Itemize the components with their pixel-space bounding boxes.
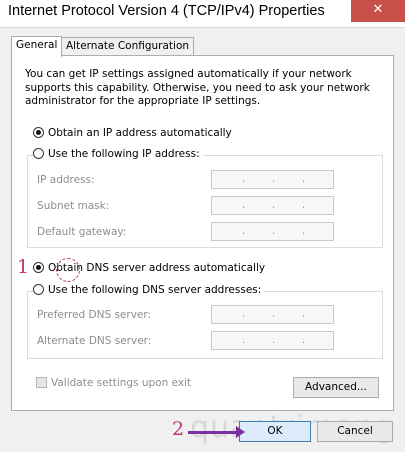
validate-settings-option[interactable]: Validate settings upon exit xyxy=(36,377,191,389)
ip-address-input[interactable]: ... xyxy=(211,170,334,189)
radio-use-following-dns[interactable] xyxy=(33,284,44,295)
alternate-dns-input[interactable]: ... xyxy=(211,331,334,350)
ip-address-label: IP address: xyxy=(37,174,95,186)
window-title: Internet Protocol Version 4 (TCP/IPv4) P… xyxy=(8,3,325,19)
validate-settings-label: Validate settings upon exit xyxy=(51,377,192,389)
subnet-mask-label: Subnet mask: xyxy=(37,200,110,212)
default-gateway-input[interactable]: ... xyxy=(211,222,334,241)
use-following-dns-option[interactable]: Use the following DNS server addresses: xyxy=(33,284,265,300)
description-text: You can get IP settings assigned automat… xyxy=(25,68,370,107)
validate-settings-checkbox[interactable] xyxy=(36,377,47,388)
preferred-dns-input[interactable]: ... xyxy=(211,305,334,324)
alternate-dns-label: Alternate DNS server: xyxy=(37,335,152,347)
obtain-ip-auto-option[interactable]: Obtain an IP address automatically xyxy=(33,127,235,143)
default-gateway-label: Default gateway: xyxy=(37,226,127,238)
close-button[interactable]: ✕ xyxy=(351,0,405,22)
subnet-mask-input[interactable]: ... xyxy=(211,196,334,215)
use-following-dns-label: Use the following DNS server addresses: xyxy=(48,284,262,296)
obtain-ip-auto-label: Obtain an IP address automatically xyxy=(48,127,232,139)
use-following-ip-label: Use the following IP address: xyxy=(48,148,200,160)
close-icon: ✕ xyxy=(372,2,384,17)
ok-button[interactable]: OK xyxy=(239,421,311,442)
tab-general[interactable]: General xyxy=(11,36,63,57)
radio-obtain-dns-auto[interactable] xyxy=(33,262,44,273)
cancel-button[interactable]: Cancel xyxy=(317,421,393,442)
annotation-arrow-icon xyxy=(188,426,245,438)
radio-obtain-ip-auto[interactable] xyxy=(33,127,44,138)
preferred-dns-label: Preferred DNS server: xyxy=(37,309,152,321)
annotation-step-2: 2 xyxy=(172,418,185,440)
title-bar: Internet Protocol Version 4 (TCP/IPv4) P… xyxy=(0,0,405,27)
use-following-ip-option[interactable]: Use the following IP address: xyxy=(33,148,203,164)
obtain-dns-auto-label: Obtain DNS server address automatically xyxy=(48,262,266,274)
annotation-step-1: 1 xyxy=(17,256,30,278)
annotation-circle xyxy=(56,258,80,282)
advanced-button[interactable]: Advanced... xyxy=(293,377,379,398)
tab-alternate-configuration[interactable]: Alternate Configuration xyxy=(61,37,195,56)
radio-use-following-ip[interactable] xyxy=(33,148,44,159)
